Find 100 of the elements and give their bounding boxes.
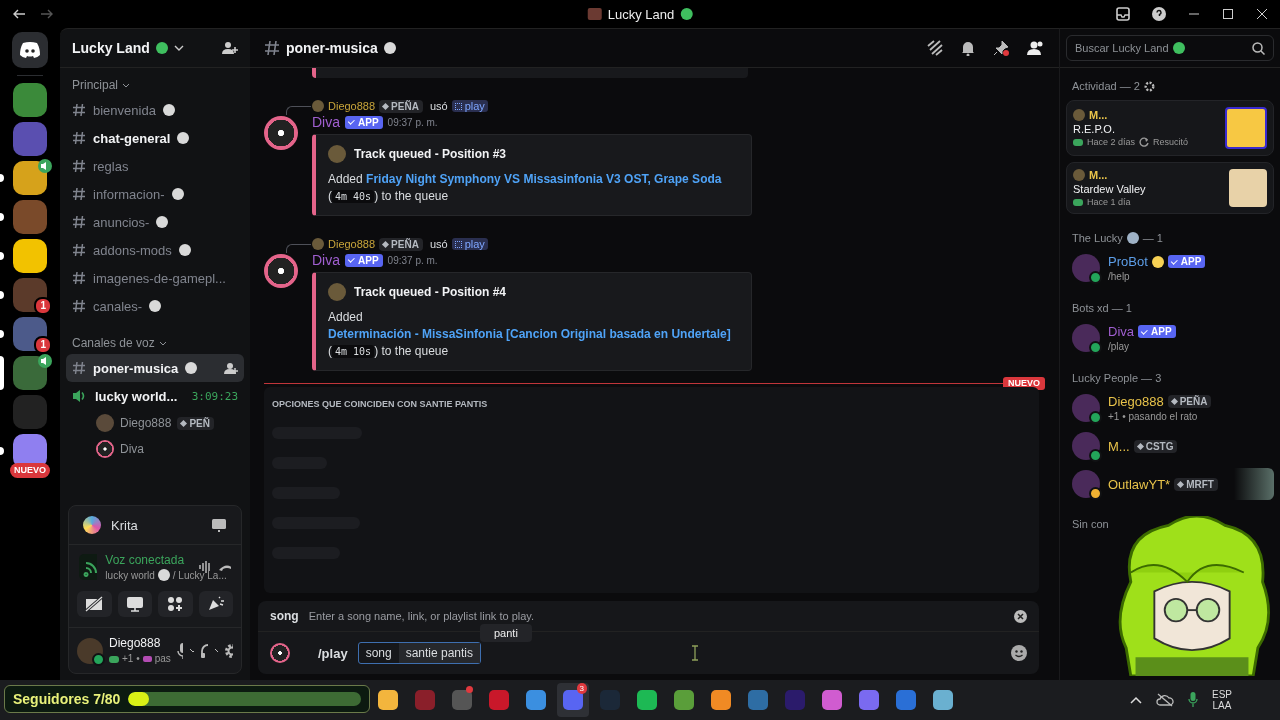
avatar[interactable] (1072, 470, 1100, 498)
chevron-icon[interactable] (189, 647, 194, 654)
chevron-up-icon[interactable] (1130, 696, 1142, 704)
refresh-icon (1139, 137, 1150, 147)
bot-avatar[interactable] (264, 254, 298, 288)
reply-line (286, 106, 311, 115)
activity-name: Krita (111, 517, 138, 533)
activities-button[interactable] (158, 591, 193, 617)
help-icon[interactable] (1152, 7, 1166, 21)
invite-icon[interactable] (224, 361, 238, 375)
close-icon[interactable] (1256, 8, 1268, 20)
pin-icon[interactable] (993, 40, 1009, 56)
channel-name[interactable]: chat-general (93, 130, 171, 146)
username[interactable]: Diego888 (328, 238, 376, 250)
headphones-icon[interactable] (199, 642, 209, 659)
search-icon (1252, 41, 1265, 55)
hash-icon (72, 103, 86, 117)
emoji-icon[interactable] (1011, 645, 1027, 661)
avatar (1073, 169, 1085, 181)
close-icon[interactable] (1014, 609, 1027, 623)
maximize-icon[interactable] (1222, 8, 1234, 20)
member-name[interactable]: OutlawYT* (1108, 476, 1171, 492)
command-link[interactable]: play (451, 238, 488, 250)
command-link[interactable]: play (451, 100, 488, 112)
song-link[interactable]: Friday Night Symphony VS Missasinfonia V3 OST, Grape Soda (366, 172, 722, 186)
activity-card[interactable]: M... Stardew Valley Hace 1 día (1066, 162, 1274, 214)
language-indicator[interactable]: ESP LAA (1212, 689, 1232, 711)
channel-name[interactable]: addons-mods (93, 242, 172, 258)
forward-icon[interactable] (40, 9, 54, 19)
bot-avatar (270, 643, 290, 663)
game-thumbnail (1225, 107, 1267, 149)
chevron-icon[interactable] (214, 647, 219, 654)
channel-name[interactable]: informacion- (93, 186, 165, 202)
avatar[interactable] (1072, 324, 1100, 352)
category-header[interactable]: Principal (72, 78, 119, 92)
screen-share-icon[interactable] (211, 518, 227, 532)
inbox-icon[interactable] (1116, 7, 1130, 21)
hash-icon (264, 40, 280, 56)
server-header[interactable]: Lucky Land (60, 29, 250, 68)
username: Diego888 (109, 636, 162, 651)
home-icon[interactable] (19, 42, 41, 58)
role-tag: CSTG (1133, 439, 1178, 453)
chevron-icon[interactable] (158, 340, 167, 346)
option-field[interactable]: song santie pantis (357, 642, 482, 664)
channel-name[interactable]: imagenes-de-gamepl... (93, 270, 226, 286)
screen-share-button[interactable] (117, 591, 152, 617)
member-name[interactable]: Diva (1108, 324, 1134, 339)
signal-icon (79, 554, 98, 580)
member-status: /play (1108, 341, 1131, 352)
username[interactable]: Diego888 (328, 100, 376, 112)
avatar[interactable] (77, 637, 103, 664)
reply-line (286, 244, 311, 253)
app-icon (83, 516, 101, 534)
server-icon (587, 8, 602, 20)
activity-card[interactable]: M... R.E.P.O. Hace 2 días Resucitó (1066, 100, 1274, 156)
microphone-icon[interactable] (176, 642, 184, 659)
camera-off-button[interactable] (77, 591, 112, 617)
server-icon[interactable] (13, 356, 47, 390)
author-name[interactable]: Diva (312, 114, 340, 130)
chevron-icon[interactable] (122, 82, 131, 88)
channel-name[interactable]: anuncios- (93, 214, 150, 230)
member-name[interactable]: M... (1108, 438, 1130, 454)
voice-member-name[interactable]: Diva (120, 442, 144, 456)
voice-channel-link[interactable]: lucky world (105, 569, 155, 581)
author-name[interactable]: Diva (312, 252, 340, 268)
server-icon[interactable] (13, 161, 47, 195)
cloud-off-icon[interactable] (1156, 693, 1174, 707)
back-icon[interactable] (12, 9, 26, 19)
settings-icon[interactable] (1143, 80, 1155, 92)
bot-avatar[interactable] (264, 116, 298, 150)
avatar (312, 100, 324, 112)
activities-icon (167, 596, 184, 612)
member-name[interactable]: ProBot (1108, 254, 1148, 269)
server-icon[interactable] (13, 239, 47, 273)
channel-name[interactable]: canales- (93, 298, 143, 314)
channel-name[interactable]: reglas (93, 158, 129, 174)
channel-name[interactable]: bienvenida (93, 102, 156, 118)
channel-name[interactable]: lucky world... (95, 388, 178, 404)
avatar (312, 238, 324, 250)
avatar[interactable] (1072, 394, 1100, 422)
role-tag: PEÑA (379, 237, 423, 251)
bell-icon[interactable] (961, 40, 975, 56)
song-link[interactable]: Determinación - MissaSinfonia [Cancion Original basada en Undertale] (328, 327, 731, 341)
settings-icon[interactable] (224, 642, 233, 659)
voice-server-link[interactable]: / Lucky La... (172, 569, 227, 581)
member-list-icon[interactable] (1027, 40, 1045, 56)
server-icon[interactable] (13, 278, 47, 312)
soundboard-button[interactable] (198, 591, 233, 617)
avatar[interactable] (1072, 432, 1100, 460)
voice-member-name[interactable]: Diego888 (120, 416, 172, 430)
invite-icon[interactable] (222, 41, 238, 55)
member-name[interactable]: Diego888 (1108, 394, 1164, 409)
threads-icon[interactable] (927, 40, 943, 56)
search-field[interactable]: Buscar Lucky Land (1066, 35, 1274, 61)
microphone-icon[interactable] (1188, 692, 1198, 708)
avatar[interactable] (1072, 254, 1100, 282)
category-header[interactable]: Canales de voz (72, 336, 155, 350)
taskbar-app-icon[interactable]: 3 (557, 683, 589, 717)
server-icon[interactable] (13, 317, 47, 351)
section-header: Sin con (1072, 518, 1109, 530)
